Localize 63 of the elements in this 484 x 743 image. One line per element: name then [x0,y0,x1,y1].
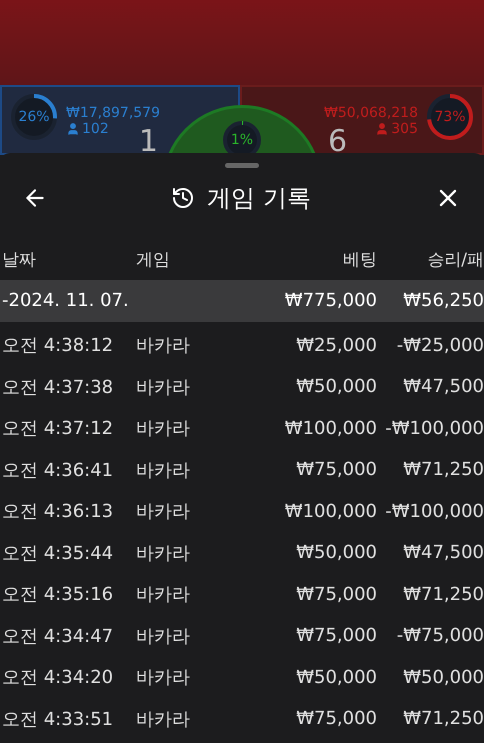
percentage-text: 26% [18,109,50,125]
table-cell-text: ₩50,000 [295,376,377,398]
table-cell-text: ₩775,000 [284,290,377,312]
table-cell-text: 오전 4:38:12 [1,334,114,358]
table-cell-text: 바카라 [135,458,191,482]
table-cell-text: ₩47,500 [402,542,484,564]
table-cell-text: ₩50,000 [295,542,377,564]
table-cell-text: ₩75,000 [295,708,377,730]
table-cell-text: ₩100,000 [284,418,377,439]
table-cell-text: 바카라 [135,708,191,731]
table-cell-text: 바카라 [135,334,191,358]
summary-row[interactable]: -2024. 11. 07. ₩775,000 ₩56,250 [0,280,484,322]
history-icon [171,186,196,210]
score: 1 [138,124,158,155]
table-cell-text: ₩50,000 [402,666,484,688]
column-header: 날짜 [1,248,37,270]
percentage-ring [10,93,58,141]
table-cell-text: 바카라 [135,500,191,524]
column-header: 승리/패 [426,248,484,270]
table-cell-text: ₩50,000 [295,666,377,688]
table-cell-text: 오전 4:34:47 [1,624,114,648]
table-cell-text: 바카라 [135,417,191,440]
table-cell-text: 오전 4:35:44 [1,542,114,565]
table-cell-text: ₩100,000 [284,500,377,522]
person-icon [66,122,80,136]
bettor-count: 305 [391,121,418,137]
table-cell-text: -2024. 11. 07. [1,290,130,312]
table-cell-text: ₩71,250 [402,459,484,480]
table-cell-text: ₩47,500 [402,376,484,398]
table-cell-text: 바카라 [135,666,191,690]
table-cell-text: -₩100,000 [384,418,484,439]
score: 6 [328,124,348,155]
table-cell-text: 바카라 [135,624,191,648]
sheet-title: 게임 기록 [207,183,311,214]
table-cell-text: 오전 4:34:20 [1,666,114,690]
table-cell-text: -₩100,000 [384,500,484,522]
table-cell-text: ₩75,000 [295,459,377,480]
person-icon [375,122,390,136]
table-cell-text: 오전 4:35:16 [1,583,114,606]
bet-amount: ₩17,897,579 [66,105,160,121]
table-cell-text: -₩25,000 [396,334,484,356]
column-header: 베팅 [342,248,377,270]
percentage-text: 73% [434,109,466,125]
table-cell-text: 오전 4:37:12 [1,417,114,440]
table-cell-text: ₩25,000 [295,334,377,356]
table-cell-text: 바카라 [135,376,191,399]
drag-handle[interactable] [225,163,259,168]
table-cell-text: ₩75,000 [295,625,377,646]
column-header: 게임 [135,248,171,270]
table-cell-text: 오전 4:36:13 [1,500,114,524]
table-cell-text: 오전 4:37:38 [1,376,114,399]
table-cell-text: 바카라 [135,583,191,606]
bet-amount: ₩50,068,218 [324,105,418,121]
table-cell-text: ₩56,250 [402,290,484,312]
percentage-ring [426,93,474,141]
table-cell-text: 바카라 [135,542,191,565]
table-cell-text: ₩71,250 [402,584,484,605]
table-cell-text: -₩75,000 [396,625,484,646]
table-cell-text: 오전 4:36:41 [1,458,114,482]
table-cell-text: ₩75,000 [295,584,377,605]
bettor-count: 102 [82,121,109,137]
table-cell-text: ₩71,250 [402,708,484,730]
table-cell-text: 오전 4:33:51 [1,708,114,731]
